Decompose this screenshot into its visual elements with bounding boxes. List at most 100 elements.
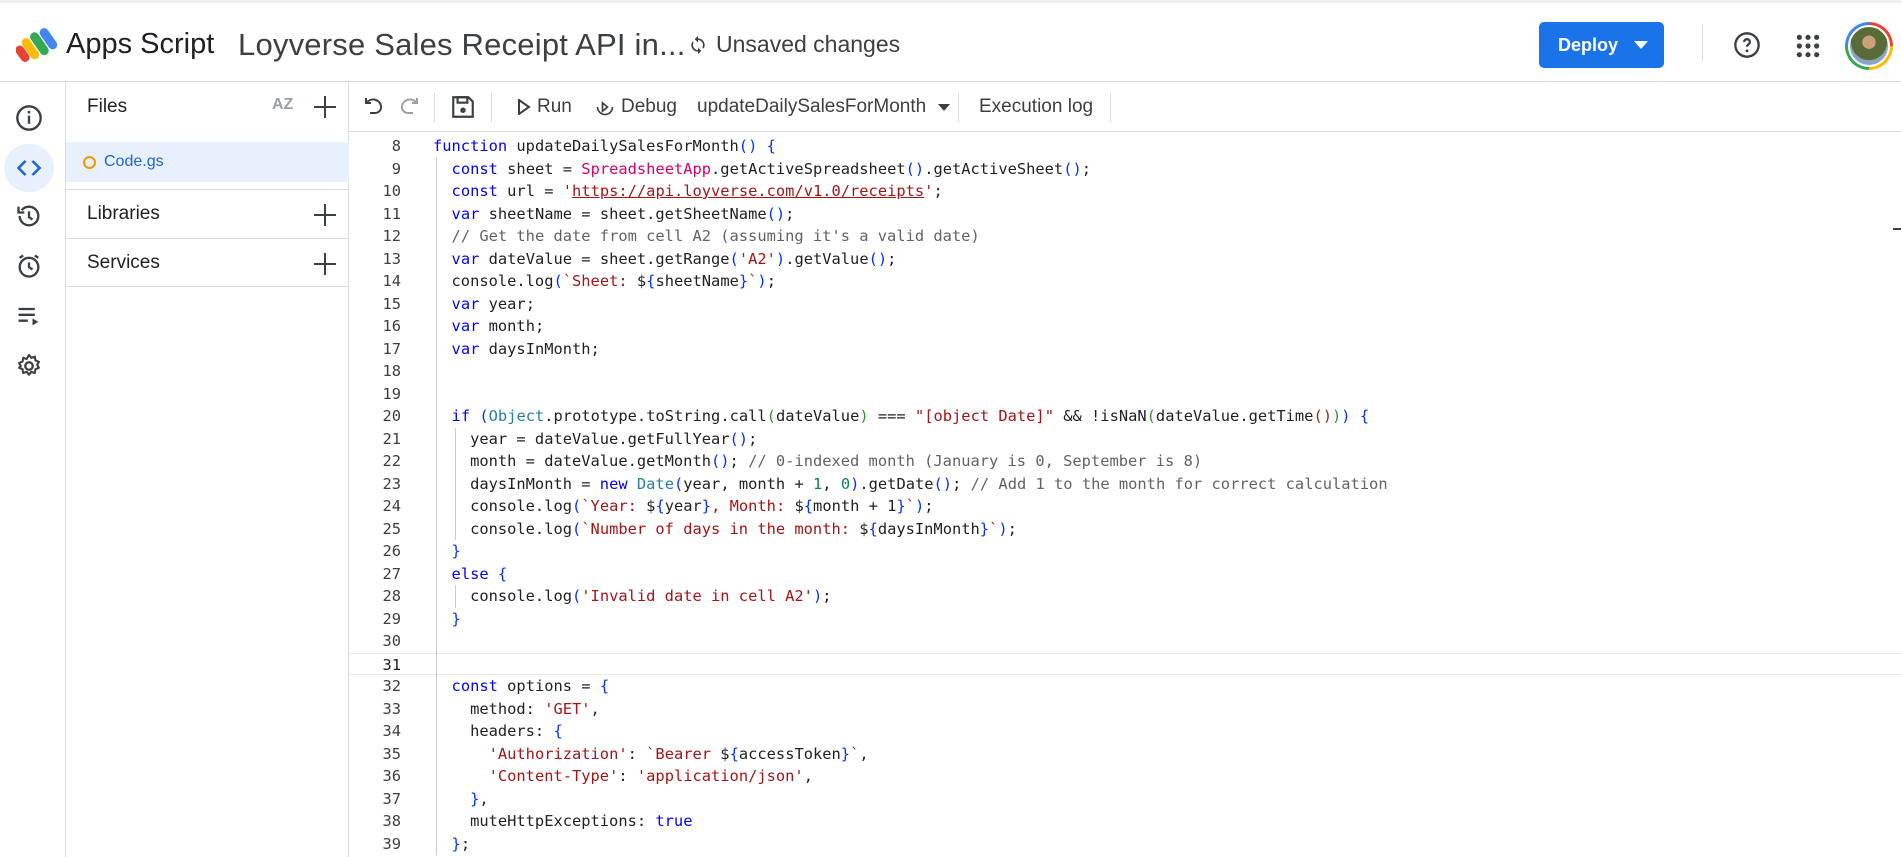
code-line[interactable]: 13 var dateValue = sheet.getRange('A2').…	[349, 248, 1901, 271]
code-text[interactable]: 'Authorization': `Bearer ${accessToken}`…	[433, 743, 869, 766]
add-file-icon[interactable]	[314, 96, 336, 118]
code-text[interactable]: function updateDailySalesForMonth() {	[433, 135, 776, 158]
code-line[interactable]: 37 },	[349, 788, 1901, 811]
code-text[interactable]: year = dateValue.getFullYear();	[433, 428, 757, 451]
code-text[interactable]: var month;	[433, 315, 545, 338]
line-number: 9	[391, 159, 401, 178]
play-icon	[518, 99, 531, 115]
code-text[interactable]: },	[433, 788, 489, 811]
line-number: 16	[382, 317, 401, 335]
code-line[interactable]: 30	[349, 630, 1901, 653]
code-line[interactable]: 25 console.log(`Number of days in the mo…	[349, 518, 1901, 541]
libraries-label[interactable]: Libraries	[87, 203, 160, 225]
divider	[1110, 92, 1111, 122]
code-line[interactable]: 31	[349, 652, 1901, 675]
redo-icon[interactable]	[397, 94, 421, 120]
deploy-button[interactable]: Deploy	[1539, 22, 1664, 68]
code-line[interactable]: 14 console.log(`Sheet: ${sheetName}`);	[349, 270, 1901, 293]
code-text[interactable]: daysInMonth = new Date(year, month + 1, …	[433, 473, 1388, 496]
scrollbar-marker[interactable]	[1893, 228, 1901, 230]
save-icon[interactable]	[450, 94, 476, 120]
code-text[interactable]: console.log(`Sheet: ${sheetName}`);	[433, 270, 776, 293]
code-text[interactable]: var daysInMonth;	[433, 338, 600, 361]
code-text[interactable]: headers: {	[433, 720, 563, 743]
code-text[interactable]: const sheet = SpreadsheetApp.getActiveSp…	[433, 158, 1091, 181]
divider	[958, 92, 959, 122]
code-text[interactable]: };	[433, 833, 471, 856]
code-text[interactable]: method: 'GET',	[433, 698, 600, 721]
apps-script-logo-icon[interactable]	[16, 27, 58, 65]
overview-icon[interactable]	[13, 102, 45, 134]
code-line[interactable]: 35 'Authorization': `Bearer ${accessToke…	[349, 743, 1901, 766]
code-text[interactable]: var dateValue = sheet.getRange('A2').get…	[433, 248, 897, 271]
undo-icon[interactable]	[362, 94, 386, 120]
code-line[interactable]: 11 var sheetName = sheet.getSheetName();	[349, 203, 1901, 226]
code-text[interactable]: muteHttpExceptions: true	[433, 810, 692, 833]
project-title[interactable]: Loyverse Sales Receipt API in...	[238, 27, 686, 63]
code-line[interactable]: 10 const url = 'https://api.loyverse.com…	[349, 180, 1901, 203]
code-line[interactable]: 20 if (Object.prototype.toString.call(da…	[349, 405, 1901, 428]
code-text[interactable]: month = dateValue.getMonth(); // 0-index…	[433, 450, 1202, 473]
add-library-icon[interactable]	[314, 204, 336, 226]
run-button[interactable]: Run	[517, 94, 572, 120]
code-line[interactable]: 21 year = dateValue.getFullYear();	[349, 428, 1901, 451]
debug-button[interactable]: Debug	[595, 94, 677, 120]
code-text[interactable]: // Get the date from cell A2 (assuming i…	[433, 225, 980, 248]
editor-icon[interactable]	[4, 144, 54, 192]
code-line[interactable]: 22 month = dateValue.getMonth(); // 0-in…	[349, 450, 1901, 473]
top-bar: Apps Script Loyverse Sales Receipt API i…	[0, 0, 1901, 82]
avatar[interactable]	[1845, 22, 1893, 70]
code-line[interactable]: 27 else {	[349, 563, 1901, 586]
code-line[interactable]: 39 };	[349, 833, 1901, 856]
file-name: Code.gs	[104, 153, 164, 170]
code-editor[interactable]: 8 function updateDailySalesForMonth() {9 …	[349, 132, 1901, 857]
code-text[interactable]: var sheetName = sheet.getSheetName();	[433, 203, 795, 226]
sort-az-icon[interactable]: AZ	[272, 96, 293, 114]
code-line[interactable]: 24 console.log(`Year: ${year}, Month: ${…	[349, 495, 1901, 518]
help-icon[interactable]	[1733, 31, 1761, 59]
code-text[interactable]: 'Content-Type': 'application/json',	[433, 765, 813, 788]
line-number: 21	[382, 429, 401, 448]
code-line[interactable]: 15 var year;	[349, 293, 1901, 316]
code-line[interactable]: 32 const options = {	[349, 675, 1901, 698]
code-line[interactable]: 33 method: 'GET',	[349, 698, 1901, 721]
code-text[interactable]: console.log(`Year: ${year}, Month: ${mon…	[433, 495, 934, 518]
code-text[interactable]: const options = {	[433, 675, 610, 698]
code-text[interactable]: }	[433, 608, 461, 631]
code-line[interactable]: 28 console.log('Invalid date in cell A2'…	[349, 585, 1901, 608]
save-status-text: Unsaved changes	[716, 31, 901, 57]
code-line[interactable]: 38 muteHttpExceptions: true	[349, 810, 1901, 833]
code-line[interactable]: 18	[349, 360, 1901, 383]
add-service-icon[interactable]	[314, 253, 336, 275]
code-line[interactable]: 36 'Content-Type': 'application/json',	[349, 765, 1901, 788]
code-line[interactable]: 26 }	[349, 540, 1901, 563]
history-icon[interactable]	[13, 200, 45, 232]
code-text[interactable]: const url = 'https://api.loyverse.com/v1…	[433, 180, 943, 203]
executions-icon[interactable]	[13, 300, 45, 332]
settings-gear-icon[interactable]	[13, 350, 45, 382]
triggers-icon[interactable]	[13, 250, 45, 282]
code-line[interactable]: 29 }	[349, 608, 1901, 631]
execution-log-button[interactable]: Execution log	[979, 94, 1093, 120]
code-line[interactable]: 8 function updateDailySalesForMonth() {	[349, 135, 1901, 158]
function-select[interactable]: updateDailySalesForMonth	[697, 94, 951, 120]
code-line[interactable]: 9 const sheet = SpreadsheetApp.getActive…	[349, 158, 1901, 181]
code-line[interactable]: 17 var daysInMonth;	[349, 338, 1901, 361]
file-item-code-gs[interactable]: Code.gs	[66, 142, 349, 182]
app-name[interactable]: Apps Script	[66, 28, 214, 61]
code-text[interactable]: else {	[433, 563, 508, 586]
code-line[interactable]: 12 // Get the date from cell A2 (assumin…	[349, 225, 1901, 248]
services-label[interactable]: Services	[87, 252, 160, 274]
code-line[interactable]: 16 var month;	[349, 315, 1901, 338]
code-text[interactable]: if (Object.prototype.toString.call(dateV…	[433, 405, 1370, 428]
code-line[interactable]: 19	[349, 383, 1901, 406]
code-text[interactable]: var year;	[433, 293, 535, 316]
editor-toolbar: Run Debug updateDailySalesForMonth Execu…	[349, 82, 1901, 132]
divider	[491, 92, 492, 122]
apps-grid-icon[interactable]	[1795, 33, 1821, 59]
code-text[interactable]: console.log(`Number of days in the month…	[433, 518, 1017, 541]
code-text[interactable]: console.log('Invalid date in cell A2');	[433, 585, 831, 608]
code-line[interactable]: 34 headers: {	[349, 720, 1901, 743]
code-line[interactable]: 23 daysInMonth = new Date(year, month + …	[349, 473, 1901, 496]
code-text[interactable]: }	[433, 540, 461, 563]
